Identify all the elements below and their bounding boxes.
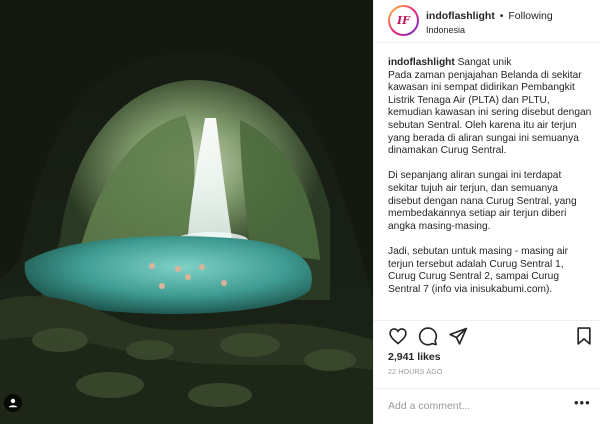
instagram-post: IF indoflashlight • Following Indonesia … (0, 0, 600, 424)
caption-paragraph-3: Jadi, sebutan untuk masing - masing air … (388, 245, 569, 295)
avatar[interactable]: IF (388, 5, 419, 36)
post-actions (388, 326, 593, 346)
post-caption: indoflashlight Sangat unik Pada zaman pe… (388, 57, 592, 319)
heart-icon[interactable] (388, 326, 408, 346)
post-side-panel: IF indoflashlight • Following Indonesia … (373, 0, 600, 424)
location-link[interactable]: Indonesia (426, 25, 465, 35)
avatar-logo: IF (390, 7, 417, 34)
username-link[interactable]: indoflashlight (426, 10, 495, 22)
user-line: indoflashlight • Following (426, 10, 553, 22)
comment-box: ••• (374, 388, 600, 424)
more-options-icon[interactable]: ••• (574, 396, 590, 413)
add-comment-input[interactable] (388, 398, 563, 414)
post-photo[interactable] (0, 0, 373, 424)
post-timestamp[interactable]: 22 HOURS AGO (388, 369, 443, 376)
waterfall-cave-image (0, 0, 373, 424)
caption-intro: Sangat unik (457, 57, 512, 68)
divider (374, 320, 600, 321)
likes-count[interactable]: 2,941 likes (388, 351, 441, 363)
bookmark-icon[interactable] (574, 326, 594, 346)
user-tag-icon[interactable] (4, 394, 22, 412)
speech-bubble-icon[interactable] (418, 326, 438, 346)
share-icon[interactable] (448, 326, 468, 346)
post-header: IF indoflashlight • Following Indonesia (374, 0, 600, 43)
following-button[interactable]: Following (508, 10, 552, 22)
caption-first-line: indoflashlight Sangat unik (388, 57, 592, 70)
separator-dot: • (499, 10, 504, 22)
caption-paragraph-1: Pada zaman penjajahan Belanda di sekitar… (388, 69, 592, 157)
caption-username-link[interactable]: indoflashlight (388, 57, 455, 68)
caption-paragraph-2: Di sepanjang aliran sungai ini terdapat … (388, 170, 577, 232)
